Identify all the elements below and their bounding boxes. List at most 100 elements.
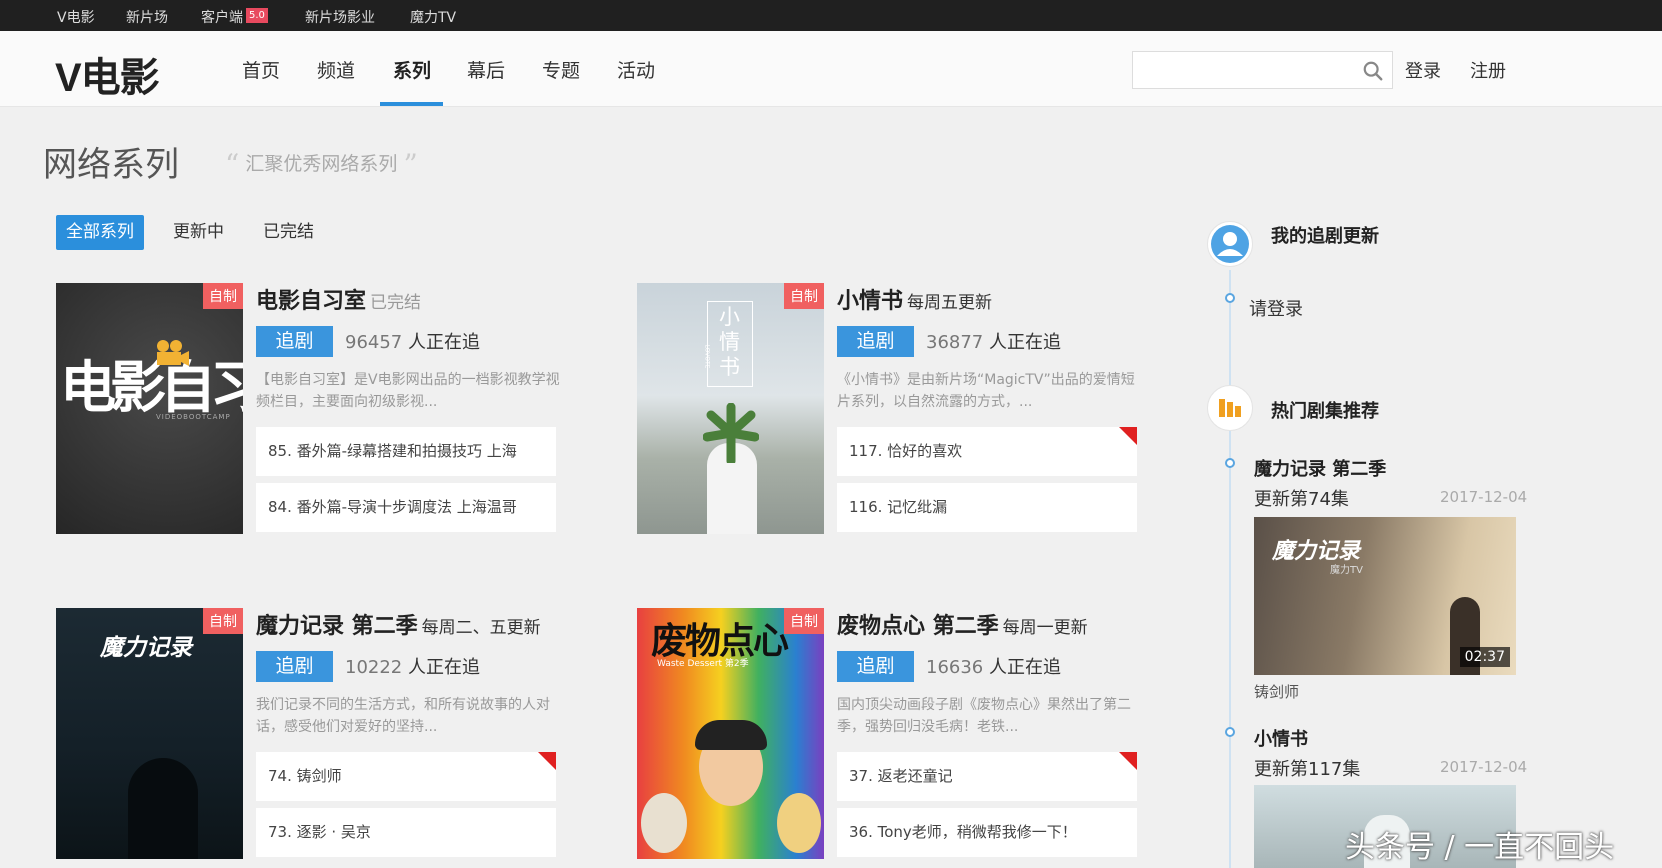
new-corner-flag xyxy=(1119,427,1137,445)
series-description: 【电影自习室】是V电影网出品的一档影视教学视频栏目，主要面向初级影视... xyxy=(256,372,560,410)
top-bar: V电影 新片场 客户端 5.0 新片场影业 魔力TV xyxy=(0,0,1662,31)
watcher-number: 10222 xyxy=(345,657,403,678)
series-poster[interactable]: 废物点心 Waste Dessert 第2季 自制 xyxy=(637,608,824,859)
timeline-dot xyxy=(1225,293,1235,303)
main-header: V电影 首页 频道 系列 幕后 专题 活动 登录 注册 xyxy=(0,31,1662,107)
hot-series-name[interactable]: 魔力记录 第二季 xyxy=(1254,455,1386,481)
nav-home[interactable]: 首页 xyxy=(242,56,280,83)
site-logo[interactable]: V电影 xyxy=(55,45,160,103)
series-card: 魔力记录 自制 魔力记录 第二季 每周二、五更新 追剧 10222 人正在追 我们… xyxy=(56,608,616,860)
series-poster[interactable]: 电影自习室 VIDEOBOOTCAMP 自制 xyxy=(56,283,243,534)
series-title: 小情书 每周五更新 xyxy=(837,283,992,315)
watcher-count: 10222 人正在追 xyxy=(345,653,480,679)
user-icon xyxy=(1211,225,1249,263)
follow-button[interactable]: 追剧 xyxy=(837,326,914,357)
series-title-text[interactable]: 魔力记录 第二季 xyxy=(256,614,418,639)
series-description: 国内顶尖动画段子剧《废物点心》果然出了第二季，强势回归没毛病！老铁... xyxy=(837,697,1131,735)
sidebar-timeline xyxy=(1229,270,1231,868)
new-corner-flag xyxy=(538,752,556,770)
poster-title-text: 魔力记录 xyxy=(100,635,192,661)
poster-title-text: 电影自习室 xyxy=(60,356,243,419)
nav-channel[interactable]: 频道 xyxy=(317,56,355,83)
episode-item[interactable]: 37. 返老还童记 xyxy=(837,752,1137,801)
watcher-count: 96457 人正在追 xyxy=(345,328,480,354)
video-duration: 02:37 xyxy=(1459,647,1510,667)
episode-item[interactable]: 117. 恰好的喜欢 xyxy=(837,427,1137,476)
new-corner-flag xyxy=(1119,752,1137,770)
episode-title: 73. 逐影 · 吴京 xyxy=(268,823,371,841)
hot-series-name[interactable]: 小情书 xyxy=(1254,725,1308,751)
filter-completed[interactable]: 已完结 xyxy=(253,215,324,250)
watcher-number: 16636 xyxy=(926,657,984,678)
watcher-suffix: 人正在追 xyxy=(408,332,480,353)
episode-item[interactable]: 73. 逐影 · 吴京 xyxy=(256,808,556,857)
filter-all[interactable]: 全部系列 xyxy=(56,215,144,250)
timeline-dot xyxy=(1225,727,1235,737)
series-status: 每周一更新 xyxy=(1002,618,1088,638)
episode-item[interactable]: 74. 铸剑师 xyxy=(256,752,556,801)
close-quote-icon: ” xyxy=(403,148,418,181)
series-card: 电影自习室 VIDEOBOOTCAMP 自制 电影自习室已完结 追剧 96457… xyxy=(56,283,616,535)
user-avatar xyxy=(1207,221,1253,267)
follow-button[interactable]: 追剧 xyxy=(256,326,333,357)
watcher-count: 36877 人正在追 xyxy=(926,328,1061,354)
watcher-number: 36877 xyxy=(926,332,984,353)
search-icon[interactable] xyxy=(1362,60,1384,82)
episode-item[interactable]: 116. 记忆纰漏 xyxy=(837,483,1137,532)
poster-cartoon-right xyxy=(777,793,821,853)
poster-title-text: 小情书 xyxy=(719,305,740,379)
episode-title: 117. 恰好的喜欢 xyxy=(849,442,963,460)
topbar-link-xinpianchang[interactable]: 新片场 xyxy=(126,7,168,27)
hot-series-date: 2017-12-04 xyxy=(1440,488,1528,506)
open-quote-icon: “ xyxy=(225,148,240,181)
nav-series[interactable]: 系列 xyxy=(393,56,431,83)
topbar-link-vmovie[interactable]: V电影 xyxy=(57,7,95,27)
series-title: 废物点心 第二季 每周一更新 xyxy=(837,608,1088,640)
poster-subtext: Waste Dessert 第2季 xyxy=(657,659,749,669)
episode-item[interactable]: 84. 番外篇-导演十步调度法 上海温哥 xyxy=(256,483,556,532)
series-card: 废物点心 Waste Dessert 第2季 自制 废物点心 第二季 每周一更新 … xyxy=(637,608,1197,860)
filter-ongoing[interactable]: 更新中 xyxy=(163,215,234,250)
sidebar-login-link[interactable]: 请登录 xyxy=(1249,295,1303,321)
register-link[interactable]: 注册 xyxy=(1470,57,1506,83)
episode-title: 85. 番外篇-绿幕搭建和拍摄技巧 上海 xyxy=(268,442,517,460)
topbar-link-client[interactable]: 客户端 5.0 xyxy=(201,7,268,27)
series-description: 《小情书》是由新片场“MagicTV”出品的爱情短片系列，以自然流露的方式，..… xyxy=(837,372,1135,410)
follow-button[interactable]: 追剧 xyxy=(837,651,914,682)
hot-series-title: 热门剧集推荐 xyxy=(1271,401,1379,422)
page-title: 网络系列 xyxy=(43,145,179,185)
hot-series-update: 更新第74集 xyxy=(1254,489,1349,510)
hot-icon-circle xyxy=(1207,385,1253,431)
episode-item[interactable]: 85. 番外篇-绿幕搭建和拍摄技巧 上海 xyxy=(256,427,556,476)
topbar-link-studio[interactable]: 新片场影业 xyxy=(305,7,375,27)
episode-title: 36. Tony老师，稍微帮我修一下！ xyxy=(849,823,1077,841)
watcher-number: 96457 xyxy=(345,332,403,353)
watermark-text: 头条号 / 一直不回头 xyxy=(1345,830,1615,865)
login-link[interactable]: 登录 xyxy=(1405,57,1441,83)
series-poster[interactable]: 魔力记录 自制 xyxy=(56,608,243,859)
self-made-badge: 自制 xyxy=(784,608,824,634)
series-title-text[interactable]: 电影自习室 xyxy=(256,289,366,314)
series-description: 我们记录不同的生活方式，和所有说故事的人对话，感受他们对爱好的坚持... xyxy=(256,697,550,735)
episode-title: 37. 返老还童记 xyxy=(849,767,953,785)
nav-behind-scenes[interactable]: 幕后 xyxy=(467,56,505,83)
watcher-suffix: 人正在追 xyxy=(989,332,1061,353)
episode-title: 74. 铸剑师 xyxy=(268,767,342,785)
series-title-text[interactable]: 小情书 xyxy=(837,289,903,314)
follow-button[interactable]: 追剧 xyxy=(256,651,333,682)
self-made-badge: 自制 xyxy=(203,608,243,634)
topbar-link-magictv[interactable]: 魔力TV xyxy=(410,7,456,27)
nav-topics[interactable]: 专题 xyxy=(542,56,580,83)
hot-video-caption[interactable]: 铸剑师 xyxy=(1254,681,1299,702)
series-title-text[interactable]: 废物点心 第二季 xyxy=(837,614,999,639)
search-input[interactable] xyxy=(1133,52,1353,88)
episode-item[interactable]: 36. Tony老师，稍微帮我修一下！ xyxy=(837,808,1137,857)
episode-title: 84. 番外篇-导演十步调度法 上海温哥 xyxy=(268,498,517,516)
series-poster[interactable]: 小情书 LOVOTE 自制 xyxy=(637,283,824,534)
nav-events[interactable]: 活动 xyxy=(617,56,655,83)
series-card: 小情书 LOVOTE 自制 小情书 每周五更新 追剧 36877 人正在追 《小情… xyxy=(637,283,1197,535)
page-subtitle-text: 汇聚优秀网络系列 xyxy=(245,153,398,175)
series-status: 已完结 xyxy=(370,293,422,313)
self-made-badge: 自制 xyxy=(784,283,824,309)
hot-video-thumbnail[interactable]: 魔力记录 魔力TV 02:37 xyxy=(1254,517,1516,675)
